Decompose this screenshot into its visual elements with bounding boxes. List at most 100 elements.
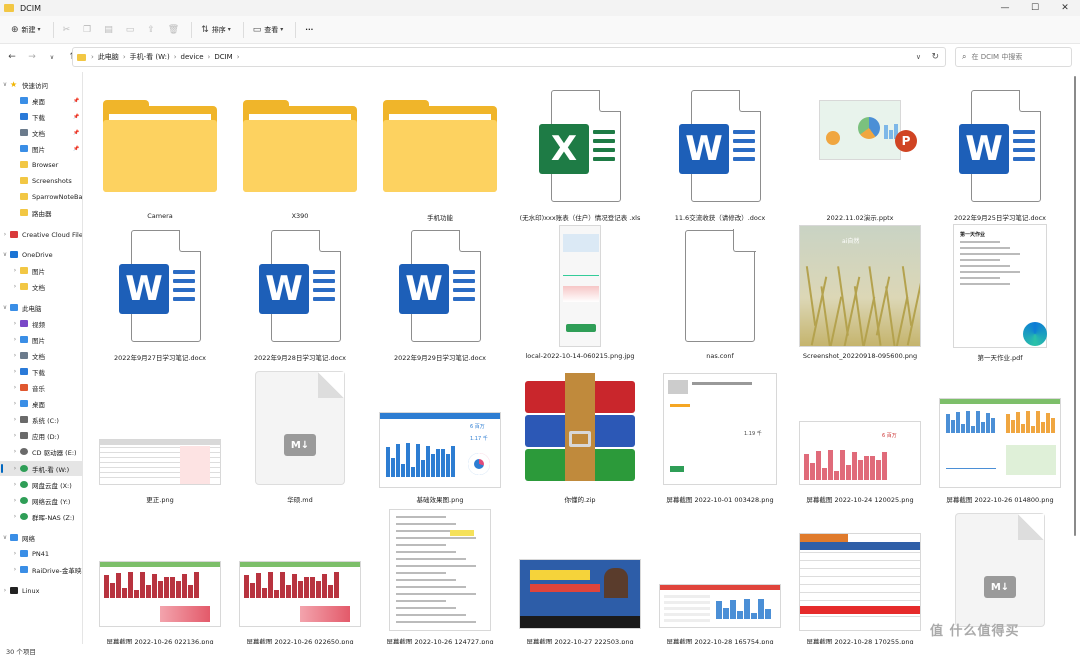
back-arrow-icon[interactable]: ← xyxy=(4,52,20,62)
chevron-right-icon[interactable]: › xyxy=(10,283,20,290)
file-item[interactable]: 更正.png xyxy=(93,362,227,505)
chevron-right-icon[interactable]: › xyxy=(10,400,20,407)
paste-button[interactable]: ▤ xyxy=(99,20,121,40)
breadcrumb-drive[interactable]: 手机-看 (W:) xyxy=(130,52,170,62)
scrollbar-thumb[interactable] xyxy=(1074,76,1076,536)
sort-button[interactable]: ⇅ 排序 ▾ xyxy=(196,20,239,40)
share-button[interactable]: ⇪ xyxy=(142,20,163,40)
sidebar-item[interactable]: › 图片 xyxy=(0,332,82,347)
maximize-button[interactable]: ☐ xyxy=(1020,0,1050,16)
sidebar-item[interactable]: Screenshots xyxy=(0,173,82,188)
sidebar-item[interactable]: ∨ ★ 快速访问 xyxy=(0,77,82,92)
sidebar-item[interactable]: SparrowNoteBac xyxy=(0,189,82,204)
forward-arrow-icon[interactable]: → xyxy=(24,52,40,62)
file-item[interactable]: X (无水印)xxx账表（住户）情况登记表 .xls xyxy=(513,80,647,223)
sidebar-item[interactable]: › 网盘云盘 (X:) xyxy=(0,477,82,492)
recent-chevron-icon[interactable]: ∨ xyxy=(44,54,60,61)
minimize-button[interactable]: — xyxy=(990,0,1020,16)
sidebar-item[interactable]: 路由器 xyxy=(0,205,82,220)
rename-button[interactable]: ▭ xyxy=(121,20,143,40)
sidebar-item[interactable]: › 视频 xyxy=(0,316,82,331)
sidebar-item[interactable]: › 文档 xyxy=(0,348,82,363)
file-item[interactable]: 你懂的.zip xyxy=(513,362,647,505)
sidebar-item[interactable]: › 桌面 xyxy=(0,396,82,411)
chevron-right-icon[interactable]: › xyxy=(10,513,20,520)
chevron-right-icon[interactable]: › xyxy=(10,550,20,557)
sidebar-item[interactable]: › 系统 (C:) xyxy=(0,412,82,427)
sidebar-item[interactable]: 图片 📌 xyxy=(0,141,82,156)
chevron-right-icon[interactable]: › xyxy=(10,320,20,327)
file-item[interactable]: X390 xyxy=(233,80,367,223)
file-item[interactable]: 6 百万 1.17 千基础效果图.png xyxy=(373,362,507,505)
file-item[interactable]: ai自然 Screenshot_20220918-095600.png xyxy=(793,220,927,363)
chevron-down-icon[interactable]: ∨ xyxy=(916,53,921,61)
more-button[interactable]: ··· xyxy=(300,20,318,40)
sidebar-item[interactable]: ∨ 此电脑 xyxy=(0,300,82,315)
sidebar-item[interactable]: › Creative Cloud File xyxy=(0,227,82,242)
search-box[interactable]: ⌕ 在 DCIM 中搜索 xyxy=(955,47,1072,67)
file-item[interactable]: W 2022年9月27日学习笔记.docx xyxy=(93,220,227,363)
chevron-down-icon[interactable]: ∨ xyxy=(0,81,10,88)
chevron-right-icon[interactable]: › xyxy=(10,416,20,423)
breadcrumb-this-pc[interactable]: 此电脑 xyxy=(98,52,119,62)
sidebar-item[interactable]: › 手机-看 (W:) xyxy=(0,461,82,476)
chevron-down-icon[interactable]: ∨ xyxy=(0,534,10,541)
chevron-right-icon[interactable]: › xyxy=(10,267,20,274)
chevron-right-icon[interactable]: › xyxy=(10,566,20,573)
search-input[interactable]: 在 DCIM 中搜索 xyxy=(971,52,1022,62)
sidebar-item[interactable]: › 下载 xyxy=(0,364,82,379)
file-item[interactable]: 屏幕截图 2022-10-26 014800.png xyxy=(933,362,1067,505)
breadcrumb-dcim[interactable]: DCIM xyxy=(214,53,232,61)
chevron-right-icon[interactable]: › xyxy=(10,448,20,455)
file-item[interactable]: 屏幕截图 2022-10-26 022136.png xyxy=(93,504,227,644)
sidebar-item[interactable]: 文档 📌 xyxy=(0,125,82,140)
sidebar-item[interactable]: 下载 📌 xyxy=(0,109,82,124)
sidebar-item[interactable]: › 音乐 xyxy=(0,380,82,395)
file-item[interactable]: P 2022.11.02演示.pptx xyxy=(793,80,927,223)
close-button[interactable]: ✕ xyxy=(1050,0,1080,16)
file-item[interactable]: W 2022年9月25日学习笔记.docx xyxy=(933,80,1067,223)
chevron-right-icon[interactable]: › xyxy=(10,497,20,504)
sidebar-item[interactable]: › 应用 (D:) xyxy=(0,428,82,443)
cut-button[interactable]: ✂ xyxy=(58,20,79,40)
file-item[interactable]: W 2022年9月28日学习笔记.docx xyxy=(233,220,367,363)
sidebar-item[interactable]: › 文档 xyxy=(0,279,82,294)
file-item[interactable]: 第一天作业 第一天作业.pdf xyxy=(933,220,1067,363)
refresh-icon[interactable]: ↻ xyxy=(931,52,939,62)
file-item[interactable]: 屏幕截图 2022-10-28 165754.png xyxy=(653,504,787,644)
chevron-right-icon[interactable]: › xyxy=(10,481,20,488)
sidebar-item[interactable]: ∨ 网络 xyxy=(0,530,82,545)
delete-button[interactable]: 🗑 xyxy=(163,20,187,40)
file-item[interactable]: local-2022-10-14-060215.png.jpg xyxy=(513,220,647,363)
breadcrumb-device[interactable]: device xyxy=(181,53,204,61)
file-item[interactable]: 屏幕截图 2022-10-26 124727.png xyxy=(373,504,507,644)
file-item[interactable]: 屏幕截图 2022-10-28 170255.png xyxy=(793,504,927,644)
copy-button[interactable]: ❐ xyxy=(78,20,99,40)
sidebar-item[interactable]: › RaiDrive-金革映享 xyxy=(0,562,82,577)
chevron-right-icon[interactable]: › xyxy=(10,336,20,343)
chevron-down-icon[interactable]: ∨ xyxy=(0,251,10,258)
file-item[interactable]: W 2022年9月29日学习笔记.docx xyxy=(373,220,507,363)
file-item[interactable]: W 11.6交流收获（请修改）.docx xyxy=(653,80,787,223)
chevron-down-icon[interactable]: ∨ xyxy=(0,304,10,311)
sidebar-item[interactable]: ∨ OneDrive xyxy=(0,247,82,262)
chevron-right-icon[interactable]: › xyxy=(10,368,20,375)
file-item[interactable]: 1.19 千屏幕截图 2022-10-01 003428.png xyxy=(653,362,787,505)
chevron-right-icon[interactable]: › xyxy=(0,231,10,238)
sidebar-item[interactable]: › Linux xyxy=(0,583,82,598)
chevron-right-icon[interactable]: › xyxy=(10,384,20,391)
file-item[interactable]: nas.conf xyxy=(653,220,787,363)
sidebar-item[interactable]: › PN41 xyxy=(0,546,82,561)
file-item[interactable]: 屏幕截图 2022-10-26 022650.png xyxy=(233,504,367,644)
file-item[interactable]: M↓ 华硕.md xyxy=(233,362,367,505)
sidebar-item[interactable]: › CD 驱动器 (E:) xyxy=(0,444,82,459)
file-item[interactable]: 屏幕截图 2022-10-27 222503.png xyxy=(513,504,647,644)
new-button[interactable]: ⊕ 新建 ▾ xyxy=(6,20,49,40)
sidebar-item[interactable]: › 网络云盘 (Y:) xyxy=(0,493,82,508)
chevron-right-icon[interactable]: › xyxy=(10,465,20,472)
vertical-scrollbar[interactable] xyxy=(1072,72,1078,644)
sidebar-item[interactable]: Browser xyxy=(0,157,82,172)
file-item[interactable]: 6 百万 屏幕截图 2022-10-24 120025.png xyxy=(793,362,927,505)
sidebar-item[interactable]: 桌面 📌 xyxy=(0,93,82,108)
view-button[interactable]: ▭ 查看 ▾ xyxy=(248,20,292,40)
